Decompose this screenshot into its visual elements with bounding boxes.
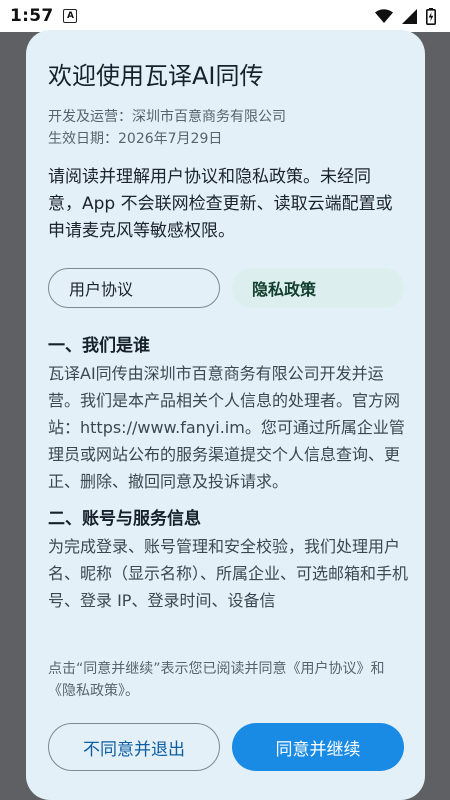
section-text: 为完成登录、账号管理和安全校验，我们处理用户名、昵称（显示名称）、所属企业、可选… (48, 537, 408, 610)
privacy-consent-dialog: 欢迎使用瓦译AI同传 开发及运营：深圳市百意商务有限公司 生效日期：2026年7… (26, 30, 425, 800)
intro-text: 请阅读并理解用户协议和隐私政策。未经同意，App 不会联网检查更新、读取云端配置… (48, 167, 393, 241)
section-text: 瓦译AI同传由深圳市百意商务有限公司开发并运营。我们是本产品相关个人信息的处理者… (48, 364, 405, 491)
wifi-icon (375, 9, 393, 23)
signal-icon (402, 8, 417, 24)
battery-icon (426, 7, 436, 25)
tab-privacy-policy[interactable]: 隐私政策 (232, 268, 404, 308)
dialog-meta: 开发及运营：深圳市百意商务有限公司 生效日期：2026年7月29日 (48, 106, 286, 150)
section-title: 二、账号与服务信息 (48, 509, 201, 529)
effective-date: 生效日期：2026年7月29日 (48, 131, 223, 147)
notification-a-icon: A (63, 9, 78, 23)
consent-note: 点击“同意并继续”表示您已阅读并同意《用户协议》和《隐私政策》。 (48, 661, 385, 699)
policy-content-scroll[interactable]: 一、我们是谁 瓦译AI同传由深圳市百意商务有限公司开发并运营。我们是本产品相关个… (48, 332, 408, 648)
dialog-actions: 不同意并退出 同意并继续 (48, 723, 404, 771)
dialog-title: 欢迎使用瓦译AI同传 (48, 62, 264, 90)
agree-continue-button[interactable]: 同意并继续 (232, 723, 404, 771)
developer-info: 开发及运营：深圳市百意商务有限公司 (48, 109, 286, 125)
agreement-tabs: 用户协议 隐私政策 (48, 268, 404, 308)
decline-exit-button[interactable]: 不同意并退出 (48, 723, 220, 771)
status-bar: 1:57 A (0, 0, 450, 32)
section-title: 一、我们是谁 (48, 336, 150, 356)
status-time: 1:57 (10, 6, 54, 26)
tab-user-agreement[interactable]: 用户协议 (48, 268, 220, 308)
